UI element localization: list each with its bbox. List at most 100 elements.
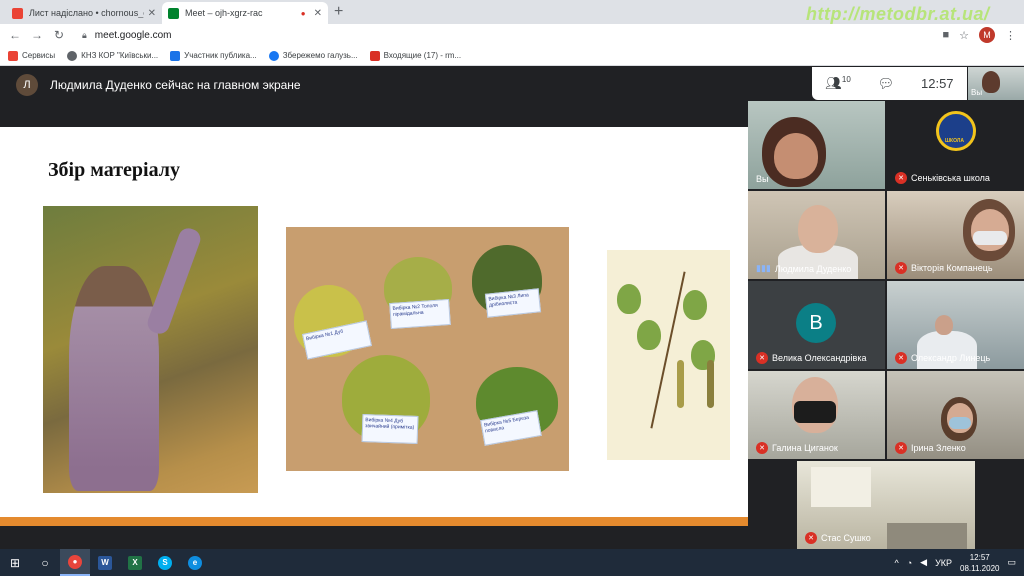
speaking-indicator-icon: ▮▮▮	[756, 263, 771, 273]
participant-tile[interactable]: ✕ Вікторія Компанець	[887, 191, 1024, 279]
photo-girl-collecting-leaves	[43, 206, 258, 493]
participant-tile[interactable]: Вы	[748, 101, 885, 189]
presenter-bar: Л Людмила Дуденко сейчас на главном экра…	[0, 67, 748, 103]
bookmark-services[interactable]: Сервисы	[8, 50, 55, 61]
profile-avatar[interactable]: M	[979, 27, 995, 43]
self-thumb-person	[982, 71, 1000, 93]
leaf	[617, 284, 641, 314]
botanical-illustration-birch	[607, 250, 730, 460]
face-mask	[973, 231, 1007, 245]
recording-dot-icon: ●	[300, 8, 306, 18]
bookmark-facebook[interactable]: Збережемо галузь...	[268, 50, 358, 61]
bookmark-knz[interactable]: КНЗ КОР "Київськи...	[67, 50, 158, 61]
close-tab-icon[interactable]: ✕	[314, 8, 322, 19]
mic-off-icon: ✕	[895, 442, 907, 454]
menu-icon[interactable]: ⋮	[1005, 29, 1016, 42]
word-icon[interactable]: W	[90, 549, 120, 576]
camera-icon[interactable]: ■	[942, 29, 949, 41]
windows-taskbar: ⊞ ○ ● W X S e ^ ◔ ◀︎ УКР 12:57 08.11.202…	[0, 549, 1024, 576]
star-icon[interactable]: ☆	[959, 29, 969, 42]
bookmark-mail[interactable]: Входящие (17) - rm...	[369, 50, 462, 61]
classroom-desks	[887, 523, 967, 549]
participant-name: Стас Сушко	[821, 533, 871, 543]
participant-name: Вы	[756, 174, 769, 184]
school-logo-text: ШКОЛА	[945, 138, 964, 144]
apps-icon	[8, 50, 18, 61]
lock-icon[interactable]: 🔒︎	[82, 30, 87, 41]
presenter-avatar: Л	[16, 74, 38, 96]
volume-icon[interactable]: ◀︎	[920, 557, 927, 568]
chat-icon[interactable]: 💬︎	[878, 76, 895, 92]
face-mask	[949, 417, 971, 429]
photo-arm	[144, 225, 204, 337]
mic-off-icon: ✕	[756, 352, 768, 364]
clock-time: 12:57	[969, 552, 990, 562]
presenter-text: Людмила Дуденко сейчас на главном экране	[50, 78, 301, 92]
participant-tile[interactable]: ✕ Ірина Зленко	[887, 371, 1024, 459]
url-field[interactable]: meet.google.com	[95, 30, 172, 41]
participant-name: Людмила Дуденко	[774, 263, 852, 274]
leaf	[683, 290, 707, 320]
mic-off-icon: ✕	[756, 442, 768, 454]
page-icon	[170, 50, 181, 61]
bookmark-label: Участник публика...	[184, 51, 257, 60]
mic-off-icon: ✕	[805, 532, 817, 544]
self-label: Вы	[971, 88, 983, 97]
participants-count: 10	[841, 75, 851, 85]
participant-face	[774, 133, 818, 179]
tab-meet[interactable]: Meet – ojh-xgrz-rac ● ✕	[162, 2, 328, 24]
mic-off-icon: ✕	[895, 352, 907, 364]
participant-face	[935, 315, 953, 335]
mail-icon	[369, 50, 380, 61]
participant-tile[interactable]: ✕ Олександр Линець	[887, 281, 1024, 369]
self-view-thumbnail[interactable]: Вы	[968, 67, 1024, 100]
system-tray: ^ ◔ ◀︎ УКР 12:57 08.11.2020 ▭	[894, 549, 1016, 576]
chrome-icon[interactable]: ●	[60, 549, 90, 576]
excel-icon[interactable]: X	[120, 549, 150, 576]
mail-favicon-icon	[12, 7, 23, 19]
language-indicator[interactable]: УКР	[935, 558, 952, 568]
skype-icon[interactable]: S	[150, 549, 180, 576]
back-icon[interactable]: ←	[4, 28, 26, 42]
catkin	[707, 360, 714, 408]
bookmark-label: Входящие (17) - rm...	[383, 51, 462, 60]
participant-tile[interactable]: ▮▮▮ Людмила Дуденко	[748, 191, 885, 279]
participant-tile[interactable]: В ✕ Велика Олександрівка	[748, 281, 885, 369]
classroom-window	[811, 467, 871, 507]
search-icon[interactable]: ○	[30, 549, 60, 576]
photo-person	[69, 266, 159, 491]
participant-name: Галина Циганок	[772, 443, 838, 453]
chevron-up-icon[interactable]: ^	[894, 558, 898, 568]
participant-name: Сеньківська школа	[911, 173, 990, 183]
forward-icon[interactable]: →	[26, 28, 48, 42]
participant-name: Велика Олександрівка	[772, 353, 867, 363]
tab-mail[interactable]: Лист надіслано • chornous_o_v@... ✕	[6, 2, 162, 24]
new-tab-icon[interactable]: +	[334, 3, 343, 21]
participants-button[interactable]: 👥︎10	[825, 75, 850, 91]
mic-off-icon: ✕	[895, 172, 907, 184]
facebook-icon	[268, 50, 279, 61]
sample-note: Вибірка №3 Липа дрібнолиста	[484, 288, 542, 318]
leaf	[637, 320, 661, 350]
browser-tab-bar: Лист надіслано • chornous_o_v@... ✕ Meet…	[0, 0, 1024, 24]
edge-icon[interactable]: e	[180, 549, 210, 576]
participant-tile[interactable]: ✕ Галина Циганок	[748, 371, 885, 459]
tab-title: Meet – ojh-xgrz-rac	[185, 8, 263, 18]
people-icon: 👥︎	[825, 75, 842, 91]
reload-icon[interactable]: ↻	[48, 28, 70, 42]
mic-off-icon: ✕	[895, 262, 907, 274]
close-tab-icon[interactable]: ✕	[148, 8, 156, 19]
meet-favicon-icon	[168, 7, 179, 19]
bookmarks-bar: Сервисы КНЗ КОР "Київськи... Участник пу…	[0, 46, 1024, 66]
participant-tile[interactable]: ✕ Стас Сушко	[797, 461, 975, 549]
participant-tile[interactable]: ШКОЛА ✕ Сеньківська школа	[887, 101, 1024, 189]
network-icon[interactable]: ◔	[907, 558, 912, 568]
bookmark-participant[interactable]: Участник публика...	[170, 50, 257, 61]
clock-date: 08.11.2020	[960, 563, 1000, 573]
globe-icon	[67, 50, 78, 61]
bookmark-label: Збережемо галузь...	[282, 51, 358, 60]
windows-start-icon[interactable]: ⊞	[0, 549, 30, 576]
participant-face	[798, 205, 838, 253]
notifications-icon[interactable]: ▭	[1007, 557, 1016, 568]
taskbar-clock[interactable]: 12:57 08.11.2020	[960, 552, 999, 574]
